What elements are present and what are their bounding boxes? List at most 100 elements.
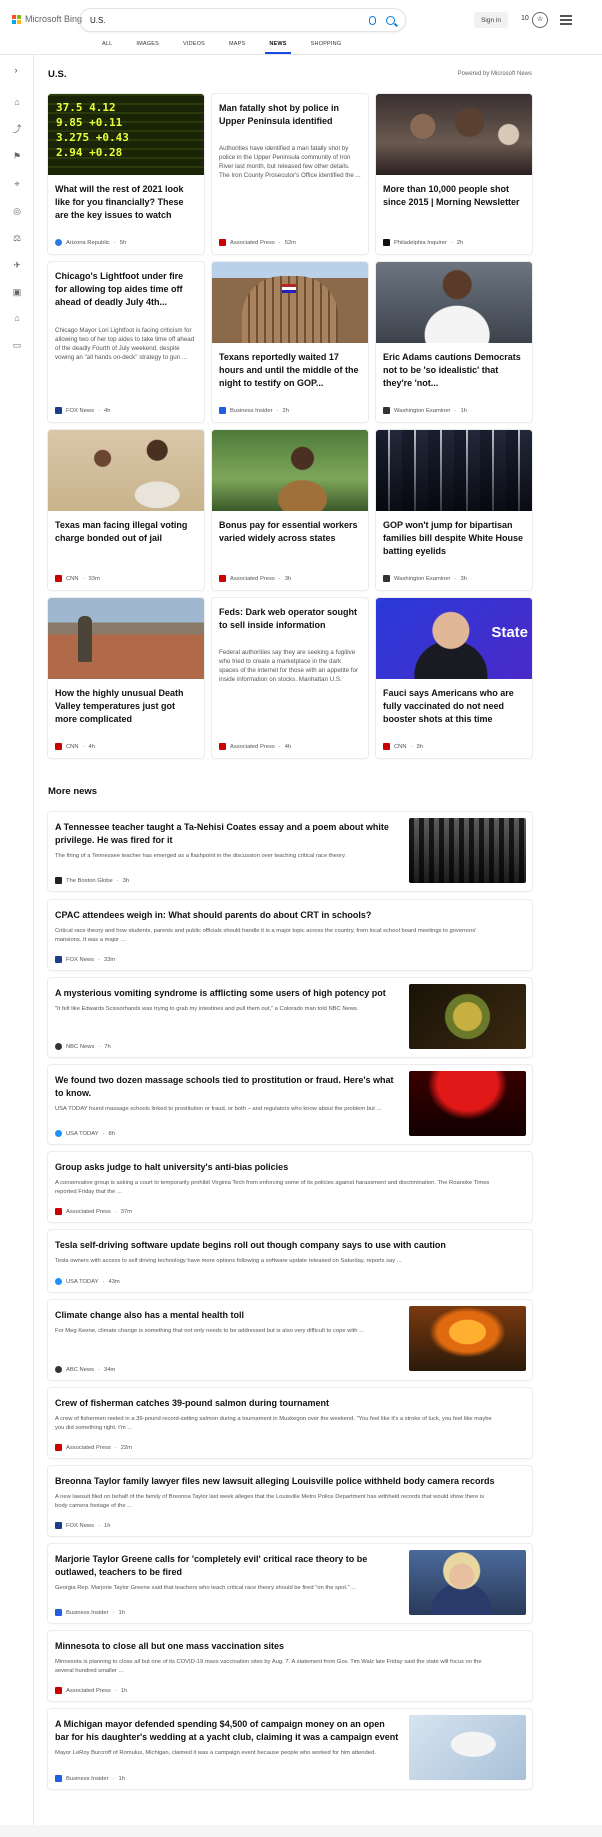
location-icon[interactable]: ⌖ — [12, 179, 22, 189]
business-icon[interactable]: ⌂ — [12, 313, 22, 323]
item-title[interactable]: A mysterious vomiting syndrome is afflic… — [55, 987, 400, 1000]
news-list-item[interactable]: Breonna Taylor family lawyer files new l… — [48, 1466, 532, 1536]
item-snippet: Critical race theory and how students, p… — [55, 928, 477, 943]
item-title[interactable]: A Tennessee teacher taught a Ta-Nehisi C… — [55, 821, 400, 847]
hamburger-menu-icon[interactable] — [560, 15, 572, 27]
item-title[interactable]: CPAC attendees weigh in: What should par… — [55, 909, 525, 922]
microsoft-logo-icon — [12, 14, 21, 24]
item-snippet: Mayor LeRoy Burcroff of Romulus, Michiga… — [55, 1750, 376, 1756]
source-icon — [55, 239, 62, 246]
news-list-item[interactable]: CPAC attendees weigh in: What should par… — [48, 900, 532, 970]
news-card[interactable]: How the highly unusual Death Valley temp… — [48, 598, 204, 758]
trending-icon[interactable]: ⤴ — [12, 123, 22, 134]
item-source: USA TODAY · 43m — [55, 1278, 120, 1285]
entertainment-icon[interactable]: ▣ — [12, 287, 22, 297]
news-list-item[interactable]: Climate change also has a mental health … — [48, 1300, 532, 1380]
search-input[interactable]: U.S. — [90, 16, 369, 25]
tab-videos[interactable]: VIDEOS — [171, 40, 217, 54]
item-title[interactable]: We found two dozen massage schools tied … — [55, 1074, 400, 1100]
expand-arrow-icon[interactable]: › — [11, 65, 21, 75]
news-card[interactable]: Man fatally shot by police in Upper Peni… — [212, 94, 368, 254]
card-title[interactable]: What will the rest of 2021 look like for… — [55, 183, 197, 222]
politics-icon[interactable]: ⚖ — [12, 233, 22, 243]
news-list-item[interactable]: A Michigan mayor defended spending $4,50… — [48, 1709, 532, 1789]
card-title[interactable]: Texas man facing illegal voting charge b… — [55, 519, 197, 545]
card-title[interactable]: Feds: Dark web operator sought to sell i… — [219, 606, 361, 632]
card-title[interactable]: Bonus pay for essential workers varied w… — [219, 519, 361, 545]
news-list-item[interactable]: We found two dozen massage schools tied … — [48, 1065, 532, 1144]
section-title: U.S. — [48, 69, 67, 80]
tab-images[interactable]: IMAGES — [124, 40, 171, 54]
tab-news[interactable]: NEWS — [257, 40, 298, 54]
money-icon[interactable]: ▭ — [12, 340, 22, 350]
item-source: Associated Press · 37m — [55, 1208, 132, 1215]
news-list-item[interactable]: A Tennessee teacher taught a Ta-Nehisi C… — [48, 812, 532, 891]
search-box[interactable]: U.S. — [80, 9, 405, 31]
tab-shopping[interactable]: SHOPPING — [299, 40, 354, 54]
sign-in-button[interactable]: Sign in — [474, 12, 508, 28]
news-card[interactable]: Eric Adams cautions Democrats not to be … — [376, 262, 532, 422]
card-title[interactable]: Fauci says Americans who are fully vacci… — [383, 687, 525, 726]
card-title[interactable]: Eric Adams cautions Democrats not to be … — [383, 351, 525, 390]
news-card[interactable]: Feds: Dark web operator sought to sell i… — [212, 598, 368, 758]
source-icon — [219, 407, 226, 414]
item-snippet: A conservative group is asking a court t… — [55, 1180, 490, 1195]
news-list-item[interactable]: Tesla self-driving software update begin… — [48, 1230, 532, 1292]
item-title[interactable]: A Michigan mayor defended spending $4,50… — [55, 1718, 400, 1744]
flag-icon[interactable]: ⚑ — [12, 151, 22, 161]
item-source: The Boston Globe · 3h — [55, 877, 129, 884]
card-image — [376, 430, 532, 511]
globe-icon[interactable]: ◎ — [12, 206, 22, 216]
source-icon — [55, 1366, 62, 1373]
card-image — [212, 262, 368, 343]
bing-logo[interactable]: Microsoft Bing — [12, 14, 88, 24]
microphone-icon[interactable] — [369, 15, 376, 25]
news-list-item[interactable]: Minnesota to close all but one mass vacc… — [48, 1631, 532, 1701]
item-title[interactable]: Crew of fisherman catches 39-pound salmo… — [55, 1397, 525, 1410]
item-snippet: Georgia Rep. Marjorie Taylor Greene said… — [55, 1585, 357, 1591]
item-title[interactable]: Group asks judge to halt university's an… — [55, 1161, 525, 1174]
card-title[interactable]: More than 10,000 people shot since 2015 … — [383, 183, 525, 209]
news-card[interactable]: Texans reportedly waited 17 hours and un… — [212, 262, 368, 422]
card-title[interactable]: Texans reportedly waited 17 hours and un… — [219, 351, 361, 390]
left-rail: › ⌂ ⤴ ⚑ ⌖ ◎ ⚖ ✈ ▣ ⌂ ▭ — [0, 55, 34, 1837]
card-image: State — [376, 598, 532, 679]
news-card[interactable]: Chicago's Lightfoot under fire for allow… — [48, 262, 204, 422]
news-list-item[interactable]: Group asks judge to halt university's an… — [48, 1152, 532, 1222]
search-icon[interactable] — [386, 15, 395, 25]
card-title[interactable]: Man fatally shot by police in Upper Peni… — [219, 102, 361, 128]
divider — [0, 54, 602, 55]
news-card[interactable]: 37.5 4.12 9.85 +0.11 3.275 +0.43 2.94 +0.28… — [48, 94, 204, 254]
source-icon — [55, 1687, 62, 1694]
item-title[interactable]: Minnesota to close all but one mass vacc… — [55, 1640, 525, 1653]
news-card[interactable]: GOP won't jump for bipartisan families b… — [376, 430, 532, 590]
news-card[interactable]: State Fauci says Americans who are fully… — [376, 598, 532, 758]
news-list-item[interactable]: Marjorie Taylor Greene calls for 'comple… — [48, 1544, 532, 1623]
news-list-item[interactable]: A mysterious vomiting syndrome is afflic… — [48, 978, 532, 1057]
item-title[interactable]: Climate change also has a mental health … — [55, 1309, 400, 1322]
tab-maps[interactable]: MAPS — [217, 40, 257, 54]
source-icon — [55, 1609, 62, 1616]
news-card[interactable]: Bonus pay for essential workers varied w… — [212, 430, 368, 590]
card-title[interactable]: GOP won't jump for bipartisan families b… — [383, 519, 525, 558]
source-icon — [55, 575, 62, 582]
card-image: 37.5 4.12 9.85 +0.11 3.275 +0.43 2.94 +0.28 — [48, 94, 204, 175]
news-card[interactable]: Texas man facing illegal voting charge b… — [48, 430, 204, 590]
rocket-icon[interactable]: ✈ — [12, 260, 22, 270]
item-source: ABC News · 34m — [55, 1366, 115, 1373]
tab-all[interactable]: ALL — [90, 40, 124, 54]
card-title[interactable]: How the highly unusual Death Valley temp… — [55, 687, 197, 726]
source-icon — [55, 1522, 62, 1529]
news-list-item[interactable]: Crew of fisherman catches 39-pound salmo… — [48, 1388, 532, 1458]
home-icon[interactable]: ⌂ — [12, 97, 22, 107]
item-title[interactable]: Tesla self-driving software update begin… — [55, 1239, 525, 1252]
item-title[interactable]: Marjorie Taylor Greene calls for 'comple… — [55, 1553, 400, 1579]
rewards-icon[interactable]: ♔ — [532, 12, 548, 28]
source-icon — [219, 575, 226, 582]
news-card[interactable]: More than 10,000 people shot since 2015 … — [376, 94, 532, 254]
source-icon — [383, 575, 390, 582]
item-title[interactable]: Breonna Taylor family lawyer files new l… — [55, 1475, 525, 1488]
source-icon — [55, 1208, 62, 1215]
card-title[interactable]: Chicago's Lightfoot under fire for allow… — [55, 270, 197, 309]
rewards-points[interactable]: 10 — [521, 15, 529, 22]
